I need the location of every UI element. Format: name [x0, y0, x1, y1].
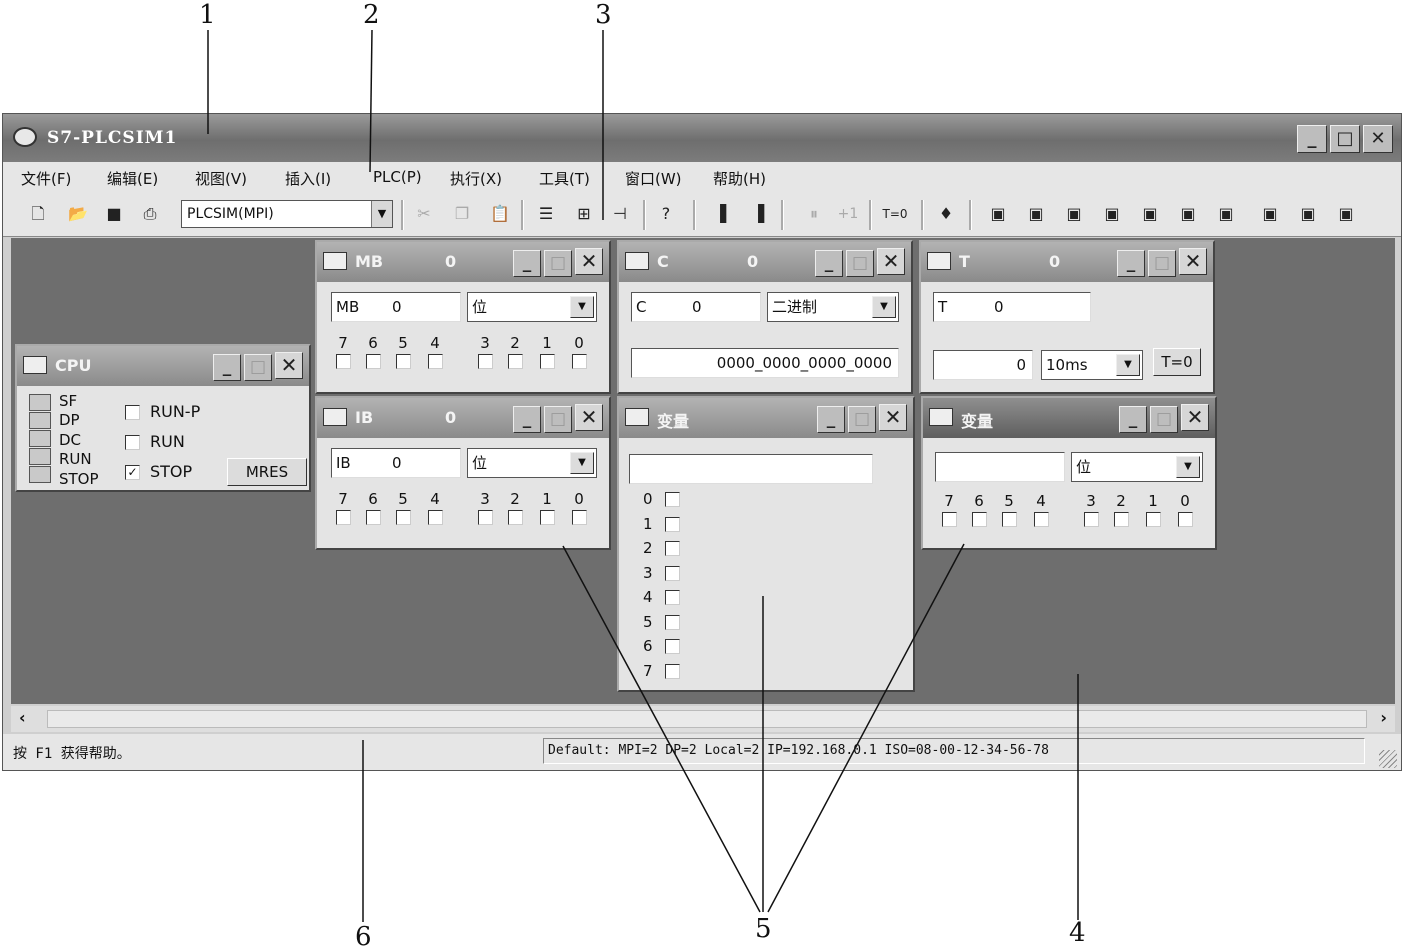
leader-5c — [767, 543, 965, 913]
leader-5a — [562, 545, 761, 913]
callout-leader-lines — [207, 29, 1079, 922]
leader-2 — [369, 29, 373, 173]
